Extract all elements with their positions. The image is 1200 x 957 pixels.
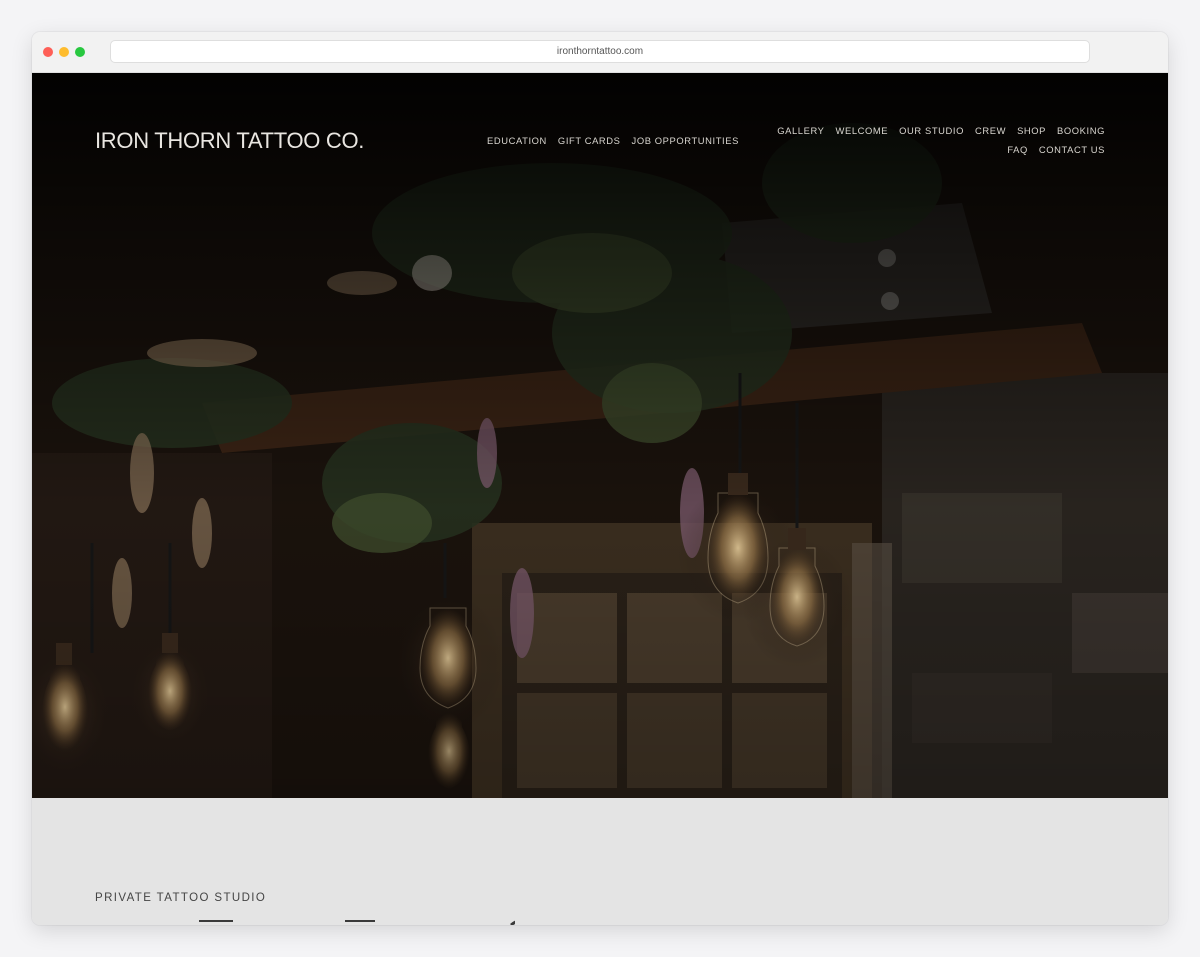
nav-item-welcome[interactable]: WELCOME: [836, 125, 889, 136]
secondary-nav: EDUCATION GIFT CARDS JOB OPPORTUNITIES: [487, 135, 739, 146]
hero-background-image: [32, 73, 1168, 798]
primary-nav-row-1: GALLERY WELCOME OUR STUDIO CREW SHOP BOO…: [777, 125, 1105, 136]
close-window-button[interactable]: [43, 47, 53, 57]
section-eyebrow: PRIVATE TATTOO STUDIO: [95, 892, 267, 904]
maximize-window-button[interactable]: [75, 47, 85, 57]
primary-nav-row-2: FAQ CONTACT US: [1007, 144, 1105, 155]
site-logo[interactable]: IRON THORN TATTOO CO.: [95, 128, 364, 154]
nav-item-education[interactable]: EDUCATION: [487, 135, 547, 146]
headline-cropped: [199, 920, 515, 925]
intro-section: PRIVATE TATTOO STUDIO: [32, 798, 1168, 925]
nav-item-faq[interactable]: FAQ: [1007, 144, 1028, 155]
nav-item-contact-us[interactable]: CONTACT US: [1039, 144, 1105, 155]
nav-item-gift-cards[interactable]: GIFT CARDS: [558, 135, 621, 146]
minimize-window-button[interactable]: [59, 47, 69, 57]
browser-window: ironthorntattoo.com IRON THORN TATTOO CO…: [32, 32, 1168, 925]
nav-item-booking[interactable]: BOOKING: [1057, 125, 1105, 136]
nav-item-crew[interactable]: CREW: [975, 125, 1006, 136]
nav-item-shop[interactable]: SHOP: [1017, 125, 1046, 136]
nav-item-our-studio[interactable]: OUR STUDIO: [899, 125, 964, 136]
nav-item-job-opportunities[interactable]: JOB OPPORTUNITIES: [632, 135, 739, 146]
browser-toolbar: ironthorntattoo.com: [32, 32, 1168, 73]
address-bar[interactable]: ironthorntattoo.com: [110, 40, 1090, 63]
hero-banner: IRON THORN TATTOO CO. EDUCATION GIFT CAR…: [32, 73, 1168, 798]
nav-item-gallery[interactable]: GALLERY: [777, 125, 824, 136]
